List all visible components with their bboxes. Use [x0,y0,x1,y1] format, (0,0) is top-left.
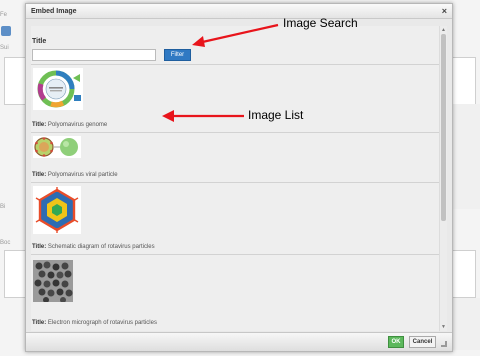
close-icon[interactable]: × [442,6,447,16]
list-divider [31,254,439,255]
image-search-callout: Image Search [283,16,358,30]
image-list-callout: Image List [248,108,304,122]
search-label: Title [32,38,47,45]
background-label: Boc [0,240,11,246]
list-item[interactable] [33,68,83,110]
background-label: Sui [0,45,9,51]
background-label: Bi [0,204,6,210]
polyomavirus-genome-diagram-icon [33,68,83,110]
search-input[interactable] [32,49,156,61]
list-item[interactable] [33,260,73,303]
image-title[interactable]: Title: Polyomavirus genome [32,122,107,128]
image-title[interactable]: Title: Polyomavirus viral particle [32,172,118,178]
list-item[interactable] [33,186,81,234]
list-item[interactable] [33,136,81,158]
list-divider [31,64,439,65]
filter-button[interactable]: Filter [164,49,191,61]
cancel-button[interactable]: Cancel [409,336,436,348]
background-scrollbar [452,104,480,209]
scroll-thumb[interactable] [441,34,446,221]
image-title[interactable]: Title: Electron micrograph of rotavirus … [32,320,157,326]
background-label: Fe [0,12,8,18]
ok-button[interactable]: OK [388,336,404,348]
list-divider [31,182,439,183]
resize-grip-icon[interactable] [441,341,447,347]
dialog-body: Title Filter Title: Polyomavirus genome [31,26,439,331]
dialog-footer: OK Cancel [26,332,452,351]
image-title[interactable]: Title: Schematic diagram of rotavirus pa… [32,244,155,250]
dialog-title: Embed Image [31,7,77,15]
rotavirus-micrograph-icon [33,260,73,303]
embed-image-dialog: Embed Image × Title Filter Title: Polyom… [25,3,453,352]
background-scrollbar [452,298,480,350]
image-list-scrollbar[interactable]: ▲ ▼ [439,26,447,331]
background-button [1,26,11,36]
dialog-header: Embed Image × [26,4,452,19]
rotavirus-schematic-diagram-icon [33,186,81,234]
polyomavirus-particle-illustration-icon [33,136,81,158]
list-divider [31,132,439,133]
scroll-up-icon[interactable]: ▲ [441,27,446,33]
scroll-down-icon[interactable]: ▼ [441,324,446,330]
